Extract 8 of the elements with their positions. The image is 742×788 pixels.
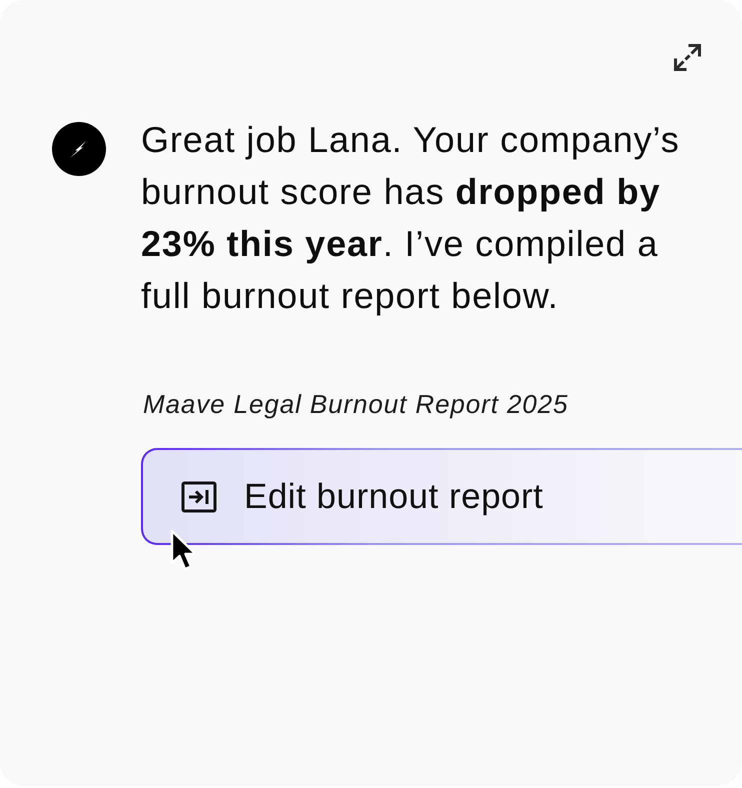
arrow-into-box-icon bbox=[181, 480, 217, 512]
message-text: Great job Lana. Your company’s burnout score has dropped by 23% this year. I’ve compiled a full burnout report below. bbox=[141, 118, 681, 318]
report-title: Maave Legal Burnout Report 2025 bbox=[142, 388, 570, 421]
expand-button[interactable] bbox=[673, 43, 702, 72]
spark-avatar-icon bbox=[52, 122, 106, 176]
edit-report-button[interactable]: Edit burnout report bbox=[141, 448, 742, 545]
expand-icon bbox=[673, 43, 702, 72]
cursor-icon bbox=[170, 529, 198, 573]
